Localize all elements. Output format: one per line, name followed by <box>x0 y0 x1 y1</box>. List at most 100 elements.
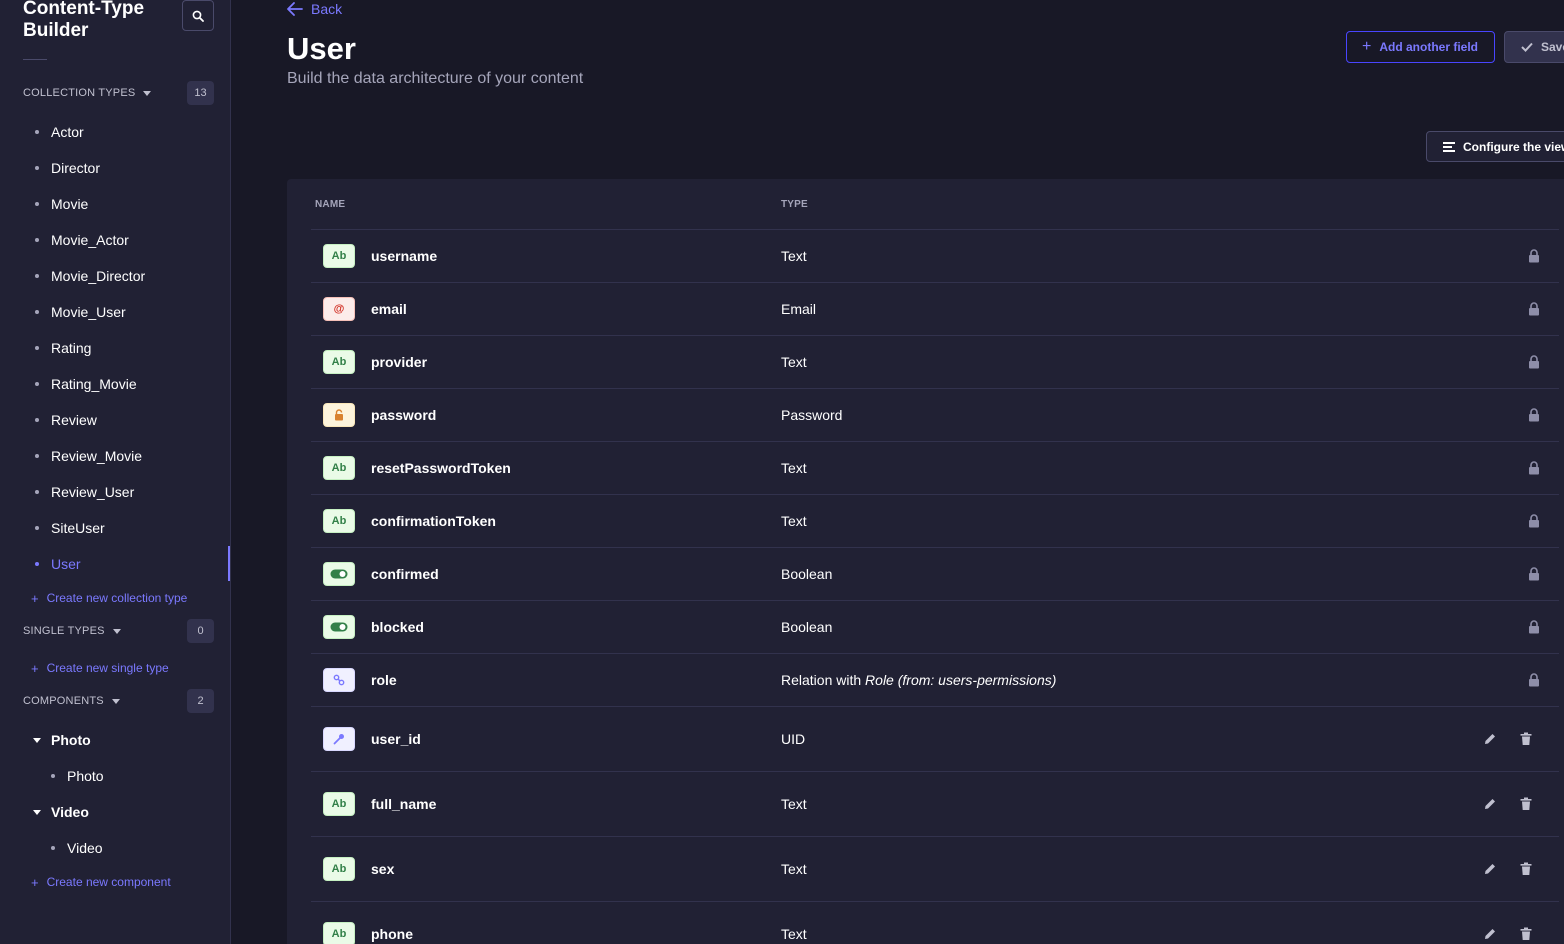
table-row[interactable]: @ email Email <box>311 282 1559 335</box>
table-row[interactable]: Ab phone Text <box>311 901 1559 944</box>
email-field-icon: @ <box>323 297 355 321</box>
back-link[interactable]: Back <box>287 0 342 18</box>
lock-icon <box>1529 673 1539 687</box>
single-types-label: Single Types <box>23 625 105 637</box>
boolean-field-icon <box>323 615 355 639</box>
table-row[interactable]: confirmed Boolean <box>311 547 1559 600</box>
create-component-link[interactable]: + Create new component <box>31 873 171 891</box>
configure-view-label: Configure the view <box>1463 139 1564 154</box>
password-field-icon <box>323 403 355 427</box>
sidebar-item-label: User <box>51 556 81 572</box>
sidebar-item-review[interactable]: Review <box>35 410 97 430</box>
field-type: Text <box>781 926 807 942</box>
sidebar-item-user[interactable]: User <box>35 554 81 574</box>
sidebar-item-label: Rating <box>51 340 92 356</box>
table-row[interactable]: blocked Boolean <box>311 600 1559 653</box>
field-type: Text <box>781 248 807 264</box>
plus-icon: + <box>31 590 39 606</box>
lock-icon <box>1529 461 1539 475</box>
collection-types-label: Collection Types <box>23 87 136 99</box>
sidebar-item-review-user[interactable]: Review_User <box>35 482 134 502</box>
field-type: Boolean <box>781 566 833 582</box>
pencil-icon[interactable] <box>1483 927 1497 941</box>
trash-icon[interactable] <box>1520 862 1532 876</box>
pencil-icon[interactable] <box>1483 732 1497 746</box>
field-name: confirmationToken <box>371 513 496 529</box>
lock-icon <box>1529 408 1539 422</box>
pencil-icon[interactable] <box>1483 862 1497 876</box>
field-type: Text <box>781 796 807 812</box>
create-collection-type-link[interactable]: + Create new collection type <box>31 589 187 607</box>
sidebar-item-movie[interactable]: Movie <box>35 194 88 214</box>
trash-icon[interactable] <box>1520 927 1532 941</box>
toggle-icon <box>330 569 348 579</box>
sidebar-item-movie-user[interactable]: Movie_User <box>35 302 126 322</box>
add-another-field-button[interactable]: + Add another field <box>1346 31 1495 63</box>
sidebar-item-review-movie[interactable]: Review_Movie <box>35 446 142 466</box>
sidebar-item-label: Actor <box>51 124 84 140</box>
sidebar-item-siteuser[interactable]: SiteUser <box>35 518 105 538</box>
boolean-field-icon <box>323 562 355 586</box>
sidebar-item-director[interactable]: Director <box>35 158 100 178</box>
component-group-video[interactable]: Video <box>33 802 89 822</box>
bullet-icon <box>35 562 39 566</box>
bullet-icon <box>35 238 39 242</box>
text-field-icon: Ab <box>323 456 355 480</box>
table-row[interactable]: Ab confirmationToken Text <box>311 494 1559 547</box>
component-group-photo[interactable]: Photo <box>33 730 91 750</box>
chevron-down-icon <box>111 698 120 704</box>
save-button[interactable]: Save <box>1504 31 1564 63</box>
sidebar-item-movie-director[interactable]: Movie_Director <box>35 266 145 286</box>
create-single-type-link[interactable]: + Create new single type <box>31 659 169 677</box>
field-type: Password <box>781 407 843 423</box>
chevron-down-icon <box>33 809 41 815</box>
pencil-icon[interactable] <box>1483 797 1497 811</box>
sidebar-item-label: Director <box>51 160 101 176</box>
check-icon <box>1521 42 1533 52</box>
single-types-header[interactable]: Single Types <box>23 625 121 637</box>
field-name: user_id <box>371 731 421 747</box>
text-field-icon: Ab <box>323 922 355 944</box>
uid-field-icon <box>323 727 355 751</box>
text-field-icon: Ab <box>323 857 355 881</box>
sidebar-item-rating[interactable]: Rating <box>35 338 91 358</box>
field-type: Text <box>781 513 807 529</box>
text-field-icon: Ab <box>323 244 355 268</box>
field-name: resetPasswordToken <box>371 460 511 476</box>
table-row[interactable]: Ab sex Text <box>311 836 1559 901</box>
configure-view-button[interactable]: Configure the view <box>1426 131 1564 162</box>
sidebar-item-rating-movie[interactable]: Rating_Movie <box>35 374 137 394</box>
component-item-video[interactable]: Video <box>51 838 103 858</box>
table-row[interactable]: Ab provider Text <box>311 335 1559 388</box>
sidebar-item-label: Movie_User <box>51 304 126 320</box>
sidebar-item-actor[interactable]: Actor <box>35 122 84 142</box>
collection-types-count: 13 <box>187 81 214 105</box>
table-row[interactable]: user_id UID <box>311 706 1559 771</box>
component-item-photo[interactable]: Photo <box>51 766 104 786</box>
field-type: Text <box>781 460 807 476</box>
key-icon <box>333 734 344 745</box>
sidebar-search-button[interactable] <box>182 0 214 31</box>
collection-types-header[interactable]: Collection Types <box>23 87 152 99</box>
field-name: confirmed <box>371 566 439 582</box>
field-name: full_name <box>371 796 437 812</box>
field-name: sex <box>371 861 395 877</box>
table-row[interactable]: Ab resetPasswordToken Text <box>311 441 1559 494</box>
page-title: User <box>287 31 356 66</box>
bullet-icon <box>35 130 39 134</box>
table-row[interactable]: role Relation with Role (from: users-per… <box>311 653 1559 706</box>
column-header-name: Name <box>315 199 346 210</box>
active-indicator <box>228 546 230 581</box>
field-name: role <box>371 672 397 688</box>
table-row[interactable]: password Password <box>311 388 1559 441</box>
table-row[interactable]: Ab username Text <box>311 229 1559 282</box>
arrow-left-icon <box>287 2 303 16</box>
text-field-icon: Ab <box>323 350 355 374</box>
field-name: blocked <box>371 619 424 635</box>
field-type: Text <box>781 861 807 877</box>
sidebar-item-movie-actor[interactable]: Movie_Actor <box>35 230 129 250</box>
trash-icon[interactable] <box>1520 797 1532 811</box>
table-row[interactable]: Ab full_name Text <box>311 771 1559 836</box>
components-header[interactable]: Components <box>23 695 120 707</box>
trash-icon[interactable] <box>1520 732 1532 746</box>
